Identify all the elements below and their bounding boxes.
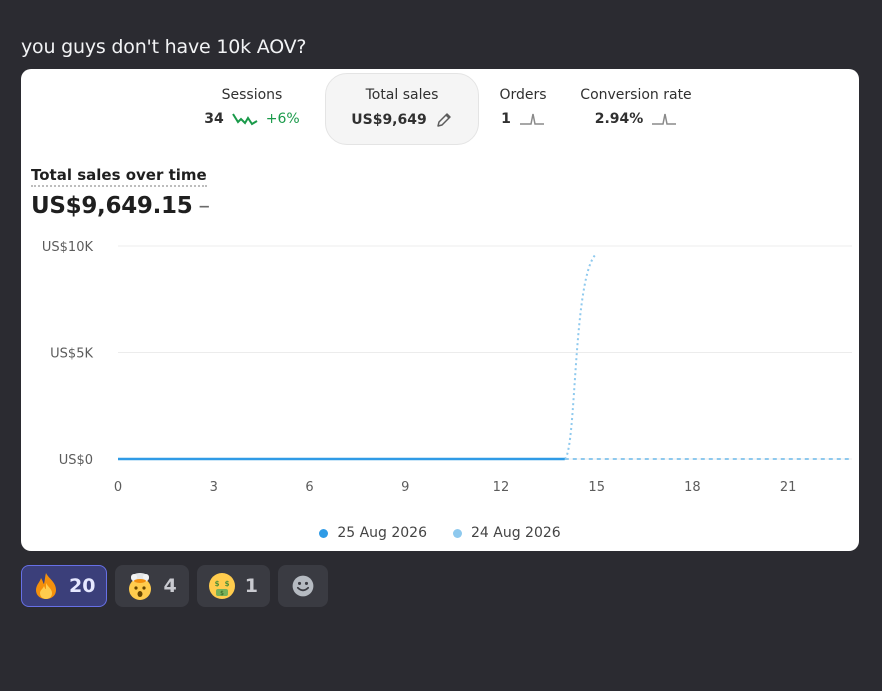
analytics-screenshot-card: Sessions 34 +6% Total sales US$9,649 Ord… bbox=[21, 69, 859, 551]
reaction-count: 4 bbox=[163, 575, 177, 597]
chart-total: US$9,649.15– bbox=[31, 193, 210, 219]
money-mouth-emoji-icon: $ $ $ bbox=[208, 573, 235, 599]
x-tick-label: 6 bbox=[305, 480, 313, 495]
y-tick-label: US$0 bbox=[59, 453, 93, 468]
x-tick-label: 0 bbox=[114, 480, 122, 495]
reaction-fire[interactable]: 20 bbox=[21, 565, 108, 607]
series-spike-24-aug bbox=[563, 252, 598, 460]
svg-text:$: $ bbox=[220, 590, 224, 597]
smiley-add-icon bbox=[292, 575, 314, 597]
reaction-count: 20 bbox=[69, 575, 96, 597]
x-tick-label: 15 bbox=[588, 480, 605, 495]
metric-value: 34 bbox=[204, 111, 224, 127]
metric-sessions[interactable]: Sessions 34 +6% bbox=[191, 87, 313, 127]
x-tick-label: 12 bbox=[493, 480, 510, 495]
chart-total-change: – bbox=[198, 193, 210, 219]
x-tick-label: 21 bbox=[780, 480, 797, 495]
legend-item[interactable]: 25 Aug 2026 bbox=[319, 525, 427, 541]
metric-label: Total sales bbox=[365, 87, 439, 103]
legend-dot bbox=[453, 528, 462, 538]
legend-label: 24 Aug 2026 bbox=[471, 525, 561, 541]
sparkline-spike-icon bbox=[652, 113, 677, 125]
reaction-money-mouth[interactable]: $ $ $ 1 bbox=[196, 565, 270, 607]
y-tick-label: US$10K bbox=[42, 240, 94, 255]
sparkline-spike-icon bbox=[519, 113, 544, 125]
metric-label: Sessions bbox=[221, 87, 283, 103]
chart-title[interactable]: Total sales over time bbox=[31, 166, 207, 187]
y-tick-label: US$5K bbox=[50, 347, 93, 362]
x-tick-label: 9 bbox=[401, 480, 409, 495]
metric-change: +6% bbox=[265, 111, 300, 127]
metric-conversion-rate[interactable]: Conversion rate 2.94% bbox=[571, 87, 701, 127]
legend-dot bbox=[319, 528, 329, 538]
metric-total-sales[interactable]: Total sales US$9,649 bbox=[325, 73, 479, 145]
message-text: you guys don't have 10k AOV? bbox=[21, 36, 307, 58]
fire-emoji-icon bbox=[36, 573, 56, 599]
legend-item[interactable]: 24 Aug 2026 bbox=[453, 525, 561, 541]
svg-text:$: $ bbox=[214, 580, 219, 588]
exploding-head-emoji-icon bbox=[129, 573, 152, 600]
metric-value: 1 bbox=[501, 111, 511, 127]
metric-orders[interactable]: Orders 1 bbox=[487, 87, 559, 127]
metric-label: Conversion rate bbox=[580, 87, 692, 103]
metric-label: Orders bbox=[499, 87, 547, 103]
reaction-exploding-head[interactable]: 4 bbox=[115, 565, 189, 607]
svg-text:$: $ bbox=[224, 580, 229, 588]
add-reaction-button[interactable] bbox=[277, 565, 328, 607]
reaction-count: 1 bbox=[244, 575, 258, 597]
x-tick-label: 3 bbox=[210, 480, 218, 495]
sales-line-chart: US$0 US$5K US$10K 0 3 6 9 12 15 18 21 bbox=[42, 240, 852, 495]
metric-value: 2.94% bbox=[594, 111, 644, 127]
metric-value: US$9,649 bbox=[351, 112, 427, 128]
legend-label: 25 Aug 2026 bbox=[337, 525, 427, 541]
chart-legend: 25 Aug 2026 24 Aug 2026 bbox=[21, 525, 859, 541]
reaction-bar: 20 4 $ $ $ 1 bbox=[21, 565, 328, 607]
chart-total-value: US$9,649.15 bbox=[31, 193, 193, 219]
x-tick-label: 18 bbox=[684, 480, 701, 495]
pencil-icon[interactable] bbox=[435, 111, 453, 129]
sparkline-down-icon bbox=[231, 113, 258, 126]
